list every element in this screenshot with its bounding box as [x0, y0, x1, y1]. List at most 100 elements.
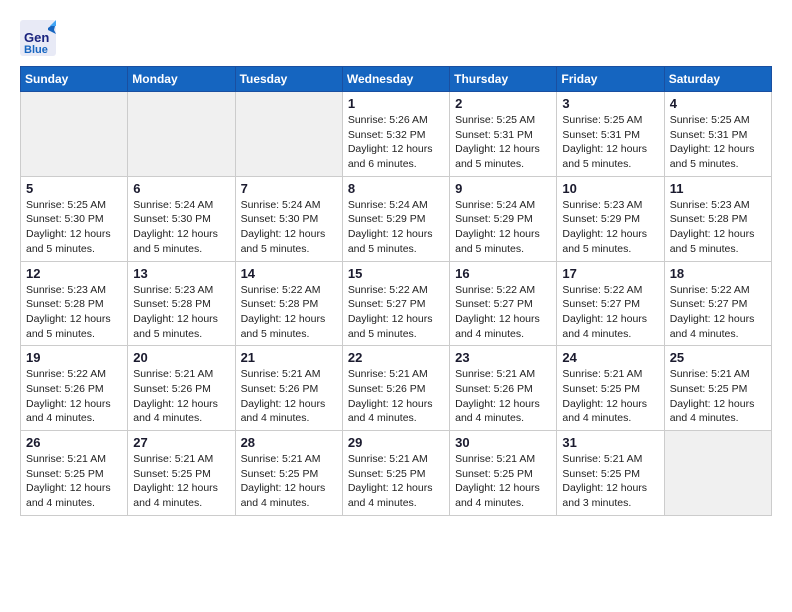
- calendar-cell: 31 Sunrise: 5:21 AM Sunset: 5:25 PM Dayli…: [557, 431, 664, 516]
- weekday-header-row: SundayMondayTuesdayWednesdayThursdayFrid…: [21, 67, 772, 92]
- calendar-cell: 26 Sunrise: 5:21 AM Sunset: 5:25 PM Dayli…: [21, 431, 128, 516]
- calendar-cell: 8Sunrise: 5:24 AM Sunset: 5:29 PM Daylig…: [342, 176, 449, 261]
- day-info: Sunrise: 5:25 AM Sunset: 5:30 PM Dayligh…: [26, 198, 122, 257]
- day-number: 16: [455, 266, 551, 281]
- day-info: Sunrise: 5:23 AM Sunset: 5:28 PM Dayligh…: [26, 283, 122, 342]
- day-info: Sunrise: 5:21 AM Sunset: 5:25 PM Dayligh…: [26, 452, 122, 511]
- day-number: 31: [562, 435, 658, 450]
- day-number: 21: [241, 350, 337, 365]
- day-number: 1: [348, 96, 444, 111]
- weekday-thursday: Thursday: [450, 67, 557, 92]
- day-number: 18: [670, 266, 766, 281]
- weekday-sunday: Sunday: [21, 67, 128, 92]
- day-number: 4: [670, 96, 766, 111]
- weekday-friday: Friday: [557, 67, 664, 92]
- calendar-cell: 14 Sunrise: 5:22 AM Sunset: 5:28 PM Dayli…: [235, 261, 342, 346]
- calendar-cell: 16 Sunrise: 5:22 AM Sunset: 5:27 PM Dayli…: [450, 261, 557, 346]
- calendar-cell: 24Sunrise: 5:21 AM Sunset: 5:25 PM Dayli…: [557, 346, 664, 431]
- day-info: Sunrise: 5:25 AM Sunset: 5:31 PM Dayligh…: [670, 113, 766, 172]
- day-number: 28: [241, 435, 337, 450]
- day-info: Sunrise: 5:22 AM Sunset: 5:27 PM Dayligh…: [670, 283, 766, 342]
- calendar-cell: 21 Sunrise: 5:21 AM Sunset: 5:26 PM Dayli…: [235, 346, 342, 431]
- week-row-1: 1 Sunrise: 5:26 AM Sunset: 5:32 PM Daylig…: [21, 92, 772, 177]
- calendar-cell: 13 Sunrise: 5:23 AM Sunset: 5:28 PM Dayli…: [128, 261, 235, 346]
- day-number: 27: [133, 435, 229, 450]
- calendar-cell: 30Sunrise: 5:21 AM Sunset: 5:25 PM Dayli…: [450, 431, 557, 516]
- day-number: 29: [348, 435, 444, 450]
- week-row-4: 19Sunrise: 5:22 AM Sunset: 5:26 PM Dayli…: [21, 346, 772, 431]
- day-info: Sunrise: 5:22 AM Sunset: 5:27 PM Dayligh…: [348, 283, 444, 342]
- calendar-cell: 12 Sunrise: 5:23 AM Sunset: 5:28 PM Dayli…: [21, 261, 128, 346]
- day-number: 26: [26, 435, 122, 450]
- day-info: Sunrise: 5:21 AM Sunset: 5:25 PM Dayligh…: [562, 367, 658, 426]
- page-header: Gen Blue: [20, 20, 772, 56]
- day-info: Sunrise: 5:23 AM Sunset: 5:29 PM Dayligh…: [562, 198, 658, 257]
- calendar-cell: 28Sunrise: 5:21 AM Sunset: 5:25 PM Dayli…: [235, 431, 342, 516]
- day-number: 5: [26, 181, 122, 196]
- calendar-cell: 27 Sunrise: 5:21 AM Sunset: 5:25 PM Dayli…: [128, 431, 235, 516]
- week-row-2: 5 Sunrise: 5:25 AM Sunset: 5:30 PM Daylig…: [21, 176, 772, 261]
- day-number: 8: [348, 181, 444, 196]
- week-row-5: 26 Sunrise: 5:21 AM Sunset: 5:25 PM Dayli…: [21, 431, 772, 516]
- calendar-cell: 2 Sunrise: 5:25 AM Sunset: 5:31 PM Daylig…: [450, 92, 557, 177]
- day-info: Sunrise: 5:21 AM Sunset: 5:25 PM Dayligh…: [670, 367, 766, 426]
- svg-text:Gen: Gen: [24, 30, 49, 45]
- day-number: 12: [26, 266, 122, 281]
- day-info: Sunrise: 5:22 AM Sunset: 5:28 PM Dayligh…: [241, 283, 337, 342]
- calendar-cell: 5 Sunrise: 5:25 AM Sunset: 5:30 PM Daylig…: [21, 176, 128, 261]
- calendar-cell: 20 Sunrise: 5:21 AM Sunset: 5:26 PM Dayli…: [128, 346, 235, 431]
- day-info: Sunrise: 5:21 AM Sunset: 5:26 PM Dayligh…: [241, 367, 337, 426]
- calendar-cell: 6 Sunrise: 5:24 AM Sunset: 5:30 PM Daylig…: [128, 176, 235, 261]
- svg-text:Blue: Blue: [24, 44, 48, 56]
- day-info: Sunrise: 5:25 AM Sunset: 5:31 PM Dayligh…: [455, 113, 551, 172]
- calendar-cell: [235, 92, 342, 177]
- calendar-cell: 18 Sunrise: 5:22 AM Sunset: 5:27 PM Dayli…: [664, 261, 771, 346]
- day-number: 11: [670, 181, 766, 196]
- day-info: Sunrise: 5:22 AM Sunset: 5:27 PM Dayligh…: [562, 283, 658, 342]
- day-number: 23: [455, 350, 551, 365]
- day-info: Sunrise: 5:21 AM Sunset: 5:25 PM Dayligh…: [348, 452, 444, 511]
- day-info: Sunrise: 5:21 AM Sunset: 5:25 PM Dayligh…: [562, 452, 658, 511]
- day-info: Sunrise: 5:21 AM Sunset: 5:26 PM Dayligh…: [348, 367, 444, 426]
- calendar-cell: [128, 92, 235, 177]
- day-number: 14: [241, 266, 337, 281]
- day-number: 25: [670, 350, 766, 365]
- day-info: Sunrise: 5:21 AM Sunset: 5:26 PM Dayligh…: [133, 367, 229, 426]
- calendar-cell: 7Sunrise: 5:24 AM Sunset: 5:30 PM Daylig…: [235, 176, 342, 261]
- calendar-cell: 23 Sunrise: 5:21 AM Sunset: 5:26 PM Dayli…: [450, 346, 557, 431]
- day-info: Sunrise: 5:23 AM Sunset: 5:28 PM Dayligh…: [670, 198, 766, 257]
- day-info: Sunrise: 5:26 AM Sunset: 5:32 PM Dayligh…: [348, 113, 444, 172]
- calendar-cell: 25 Sunrise: 5:21 AM Sunset: 5:25 PM Dayli…: [664, 346, 771, 431]
- weekday-tuesday: Tuesday: [235, 67, 342, 92]
- day-number: 2: [455, 96, 551, 111]
- day-info: Sunrise: 5:21 AM Sunset: 5:25 PM Dayligh…: [133, 452, 229, 511]
- day-number: 3: [562, 96, 658, 111]
- day-info: Sunrise: 5:21 AM Sunset: 5:26 PM Dayligh…: [455, 367, 551, 426]
- day-number: 9: [455, 181, 551, 196]
- calendar-cell: 10 Sunrise: 5:23 AM Sunset: 5:29 PM Dayli…: [557, 176, 664, 261]
- calendar-cell: 17Sunrise: 5:22 AM Sunset: 5:27 PM Dayli…: [557, 261, 664, 346]
- calendar-cell: [664, 431, 771, 516]
- day-info: Sunrise: 5:22 AM Sunset: 5:27 PM Dayligh…: [455, 283, 551, 342]
- calendar-cell: 3Sunrise: 5:25 AM Sunset: 5:31 PM Daylig…: [557, 92, 664, 177]
- day-number: 15: [348, 266, 444, 281]
- week-row-3: 12 Sunrise: 5:23 AM Sunset: 5:28 PM Dayli…: [21, 261, 772, 346]
- weekday-saturday: Saturday: [664, 67, 771, 92]
- logo-icon: Gen Blue: [20, 20, 56, 56]
- calendar-table: SundayMondayTuesdayWednesdayThursdayFrid…: [20, 66, 772, 516]
- calendar-cell: 1 Sunrise: 5:26 AM Sunset: 5:32 PM Daylig…: [342, 92, 449, 177]
- calendar-cell: 9Sunrise: 5:24 AM Sunset: 5:29 PM Daylig…: [450, 176, 557, 261]
- calendar-cell: 22Sunrise: 5:21 AM Sunset: 5:26 PM Dayli…: [342, 346, 449, 431]
- day-number: 20: [133, 350, 229, 365]
- day-info: Sunrise: 5:23 AM Sunset: 5:28 PM Dayligh…: [133, 283, 229, 342]
- day-number: 6: [133, 181, 229, 196]
- calendar-cell: 15 Sunrise: 5:22 AM Sunset: 5:27 PM Dayli…: [342, 261, 449, 346]
- day-number: 30: [455, 435, 551, 450]
- calendar-cell: 11 Sunrise: 5:23 AM Sunset: 5:28 PM Dayli…: [664, 176, 771, 261]
- day-number: 7: [241, 181, 337, 196]
- day-number: 10: [562, 181, 658, 196]
- calendar-cell: 29 Sunrise: 5:21 AM Sunset: 5:25 PM Dayli…: [342, 431, 449, 516]
- day-number: 13: [133, 266, 229, 281]
- day-info: Sunrise: 5:24 AM Sunset: 5:30 PM Dayligh…: [133, 198, 229, 257]
- logo: Gen Blue: [20, 20, 56, 56]
